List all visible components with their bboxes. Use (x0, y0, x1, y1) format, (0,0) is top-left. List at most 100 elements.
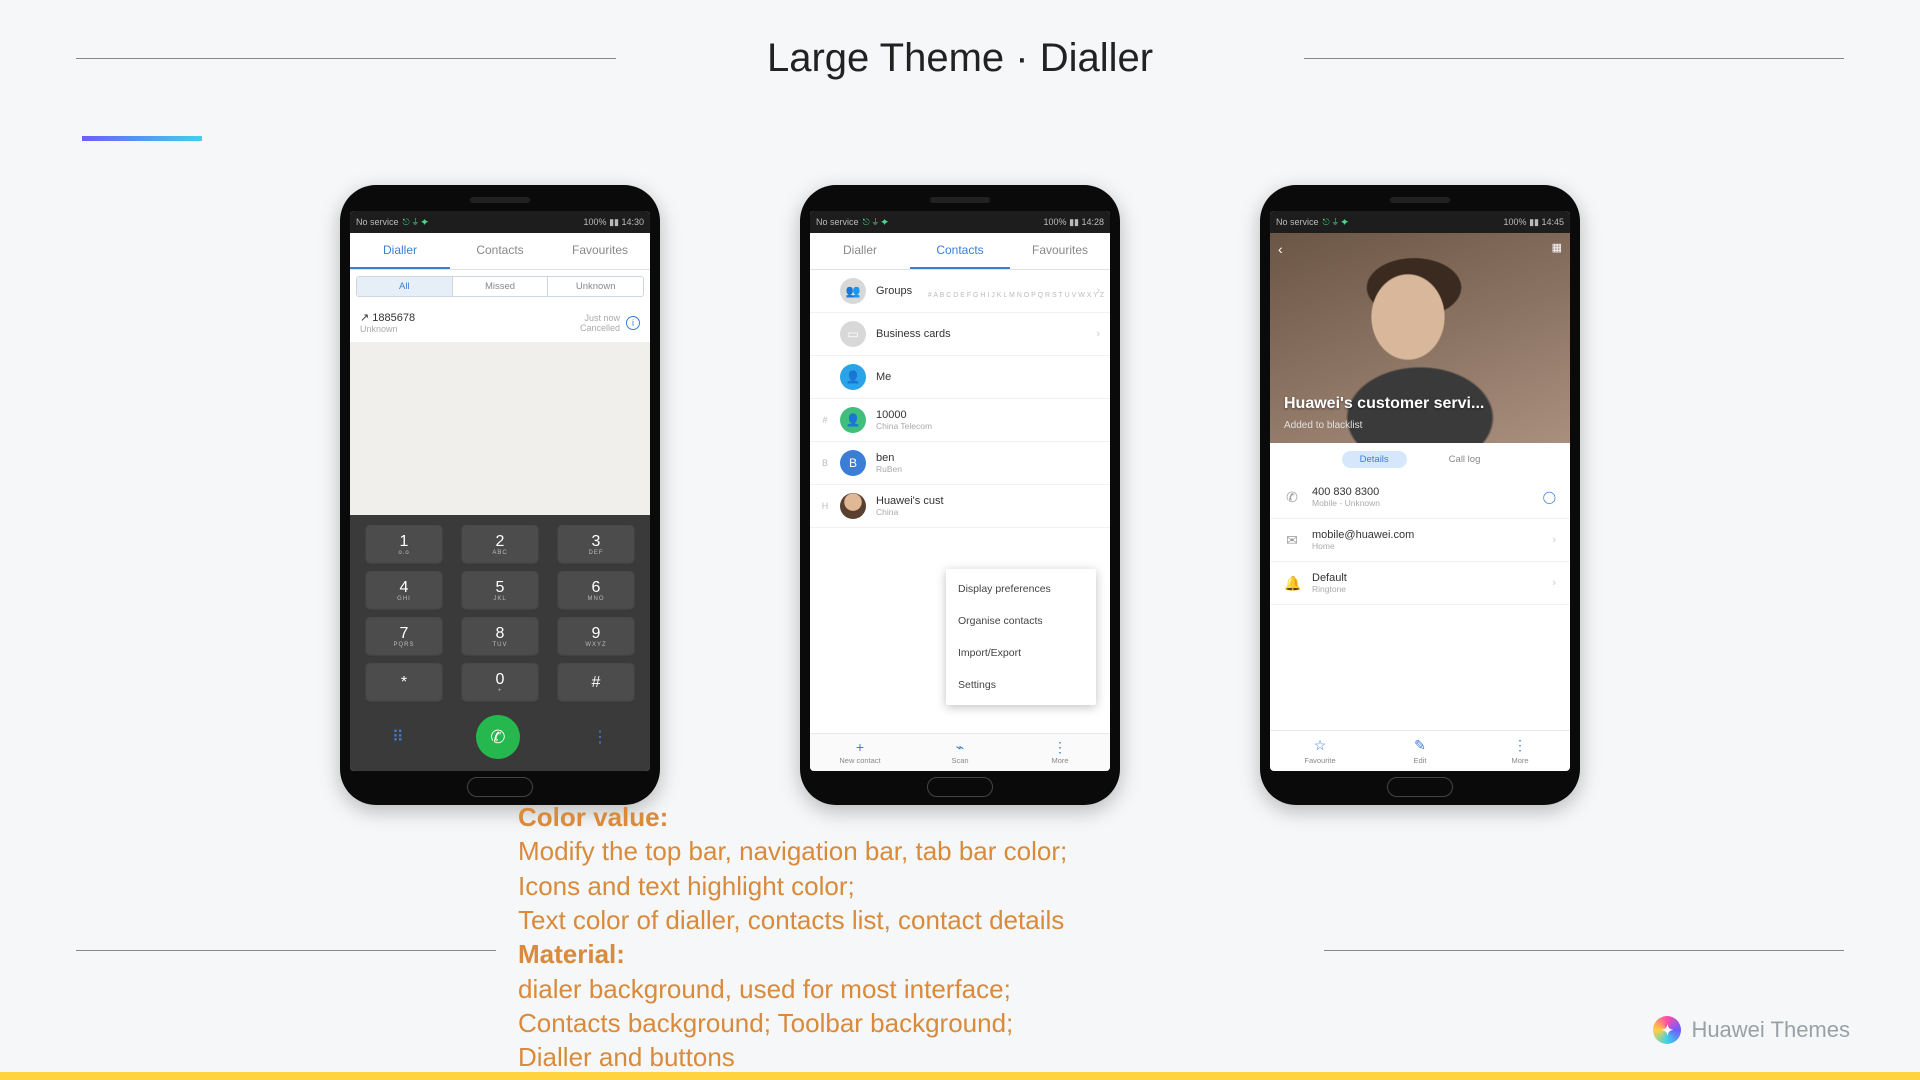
key-7[interactable]: 7PQRS (365, 617, 443, 657)
seg-all[interactable]: All (357, 277, 453, 296)
key-1[interactable]: 1o.o (365, 525, 443, 565)
phone-icon: ✆ (1284, 489, 1300, 506)
accent-bar (82, 136, 202, 141)
contact-row[interactable]: BB benRuBen (810, 442, 1110, 485)
qr-icon[interactable]: ▦ (1552, 241, 1562, 254)
dialler-background (350, 342, 650, 515)
avatar: 👤 (840, 407, 866, 433)
rule-bot-right (1324, 950, 1844, 951)
key-hash[interactable]: # (557, 663, 635, 703)
chevron-right-icon: › (1552, 577, 1556, 589)
dialpad-grid-icon[interactable]: ⠿ (392, 727, 404, 747)
screen-contact-detail: No service⎋ ⏚ ✦ 100% ▮▮ 14:45 ‹ ▦ Huawei… (1270, 211, 1570, 771)
star-icon: ☆ (1270, 737, 1370, 754)
dialpad-more-icon[interactable]: ⋮ (592, 727, 608, 747)
bottom-toolbar: +New contact ⌁Scan ⋮More (810, 733, 1110, 771)
contact-hero: ‹ ▦ Huawei's customer servi... Added to … (1270, 233, 1570, 443)
rule-bot-left (76, 950, 496, 951)
scan-icon: ⌁ (910, 740, 1010, 754)
notes-material-heading: Material: (518, 939, 625, 969)
key-0[interactable]: 0+ (461, 663, 539, 703)
avatar: 👤 (840, 364, 866, 390)
dialpad: 1o.o 2ABC 3DEF 4GHI 5JKL 6MNO 7PQRS 8TUV… (350, 515, 650, 771)
seg-missed[interactable]: Missed (453, 277, 549, 296)
key-8[interactable]: 8TUV (461, 617, 539, 657)
brand-logo-icon: ✦ (1653, 1016, 1681, 1044)
toolbar-more[interactable]: ⋮More (1470, 731, 1570, 771)
brand-text: Huawei Themes (1691, 1017, 1850, 1043)
message-icon[interactable]: ◯ (1543, 490, 1556, 504)
screen-dialler: No service⎋ ⏚ ✦ 100% ▮▮ 14:30 Dialler Co… (350, 211, 650, 771)
notes-color-heading: Color value: (518, 802, 668, 832)
contact-row[interactable]: H Huawei's custChina (810, 485, 1110, 528)
avatar (840, 493, 866, 519)
tabs: Dialler Contacts Favourites (810, 233, 1110, 270)
tab-contacts[interactable]: Contacts (910, 233, 1010, 269)
notes-block: Color value: Modify the top bar, navigat… (518, 800, 1278, 1075)
toolbar-favourite[interactable]: ☆Favourite (1270, 731, 1370, 771)
toolbar-edit[interactable]: ✎Edit (1370, 731, 1470, 771)
more-icon: ⋮ (1470, 737, 1570, 754)
detail-email[interactable]: ✉ mobile@huawei.comHome › (1270, 519, 1570, 562)
key-9[interactable]: 9WXYZ (557, 617, 635, 657)
footer-accent (0, 1072, 1920, 1080)
recent-call-row[interactable]: ↗ 1885678 Unknown Just now Cancelled i (350, 303, 650, 342)
tab-dialler[interactable]: Dialler (810, 233, 910, 269)
menu-import-export[interactable]: Import/Export (946, 637, 1096, 669)
card-icon: ▭ (840, 321, 866, 347)
key-5[interactable]: 5JKL (461, 571, 539, 611)
mail-icon: ✉ (1284, 532, 1300, 549)
detail-toolbar: ☆Favourite ✎Edit ⋮More (1270, 730, 1570, 771)
alpha-index[interactable]: # A B C D E F G H I J K L M N O P Q R S … (928, 291, 1104, 302)
status-bar: No service⎋ ⏚ ✦ 100% ▮▮ 14:30 (350, 211, 650, 233)
toolbar-new-contact[interactable]: +New contact (810, 734, 910, 771)
key-3[interactable]: 3DEF (557, 525, 635, 565)
overflow-menu: Display preferences Organise contacts Im… (946, 569, 1096, 705)
toolbar-more[interactable]: ⋮More (1010, 734, 1110, 771)
phone-dialler: No service⎋ ⏚ ✦ 100% ▮▮ 14:30 Dialler Co… (340, 185, 660, 805)
filter-segments: All Missed Unknown (356, 276, 644, 297)
status-bar: No service⎋ ⏚ ✦ 100% ▮▮ 14:45 (1270, 211, 1570, 233)
phone-contact-detail: No service⎋ ⏚ ✦ 100% ▮▮ 14:45 ‹ ▦ Huawei… (1260, 185, 1580, 805)
edit-icon: ✎ (1370, 737, 1470, 754)
brand: ✦ Huawei Themes (1653, 1016, 1850, 1044)
toolbar-scan[interactable]: ⌁Scan (910, 734, 1010, 771)
menu-organise[interactable]: Organise contacts (946, 605, 1096, 637)
status-bar: No service⎋ ⏚ ✦ 100% ▮▮ 14:28 (810, 211, 1110, 233)
status-icons: ⎋ ⏚ ✦ (403, 217, 429, 227)
key-6[interactable]: 6MNO (557, 571, 635, 611)
contact-row[interactable]: #👤 10000China Telecom (810, 399, 1110, 442)
plus-icon: + (810, 740, 910, 754)
avatar: B (840, 450, 866, 476)
seg-unknown[interactable]: Unknown (548, 277, 643, 296)
chevron-right-icon: › (1096, 328, 1100, 340)
phones-row: No service⎋ ⏚ ✦ 100% ▮▮ 14:30 Dialler Co… (0, 185, 1920, 805)
call-button[interactable]: ✆ (476, 715, 520, 759)
group-icon: 👥 (840, 278, 866, 304)
key-4[interactable]: 4GHI (365, 571, 443, 611)
contact-sub: Added to blacklist (1284, 420, 1362, 431)
menu-settings[interactable]: Settings (946, 669, 1096, 701)
bell-icon: 🔔 (1284, 575, 1300, 592)
tab-favourites[interactable]: Favourites (1010, 233, 1110, 269)
tabs: Dialler Contacts Favourites (350, 233, 650, 270)
tab-dialler[interactable]: Dialler (350, 233, 450, 269)
back-icon[interactable]: ‹ (1278, 241, 1283, 257)
key-2[interactable]: 2ABC (461, 525, 539, 565)
detail-tabs: Details Call log (1270, 443, 1570, 476)
contacts-business-cards[interactable]: ▭ Business cards › (810, 313, 1110, 356)
key-star[interactable]: * (365, 663, 443, 703)
chevron-right-icon: › (1552, 534, 1556, 546)
more-icon: ⋮ (1010, 740, 1110, 754)
pill-call-log[interactable]: Call log (1431, 451, 1499, 468)
info-icon[interactable]: i (626, 316, 640, 330)
tab-contacts[interactable]: Contacts (450, 233, 550, 269)
detail-ringtone[interactable]: 🔔 DefaultRingtone › (1270, 562, 1570, 605)
detail-phone[interactable]: ✆ 400 830 8300Mobile - Unknown ◯ (1270, 476, 1570, 519)
tab-favourites[interactable]: Favourites (550, 233, 650, 269)
screen-contacts: No service⎋ ⏚ ✦ 100% ▮▮ 14:28 Dialler Co… (810, 211, 1110, 771)
phone-contacts: No service⎋ ⏚ ✦ 100% ▮▮ 14:28 Dialler Co… (800, 185, 1120, 805)
menu-display-prefs[interactable]: Display preferences (946, 573, 1096, 605)
pill-details[interactable]: Details (1342, 451, 1407, 468)
contacts-me[interactable]: 👤 Me (810, 356, 1110, 399)
